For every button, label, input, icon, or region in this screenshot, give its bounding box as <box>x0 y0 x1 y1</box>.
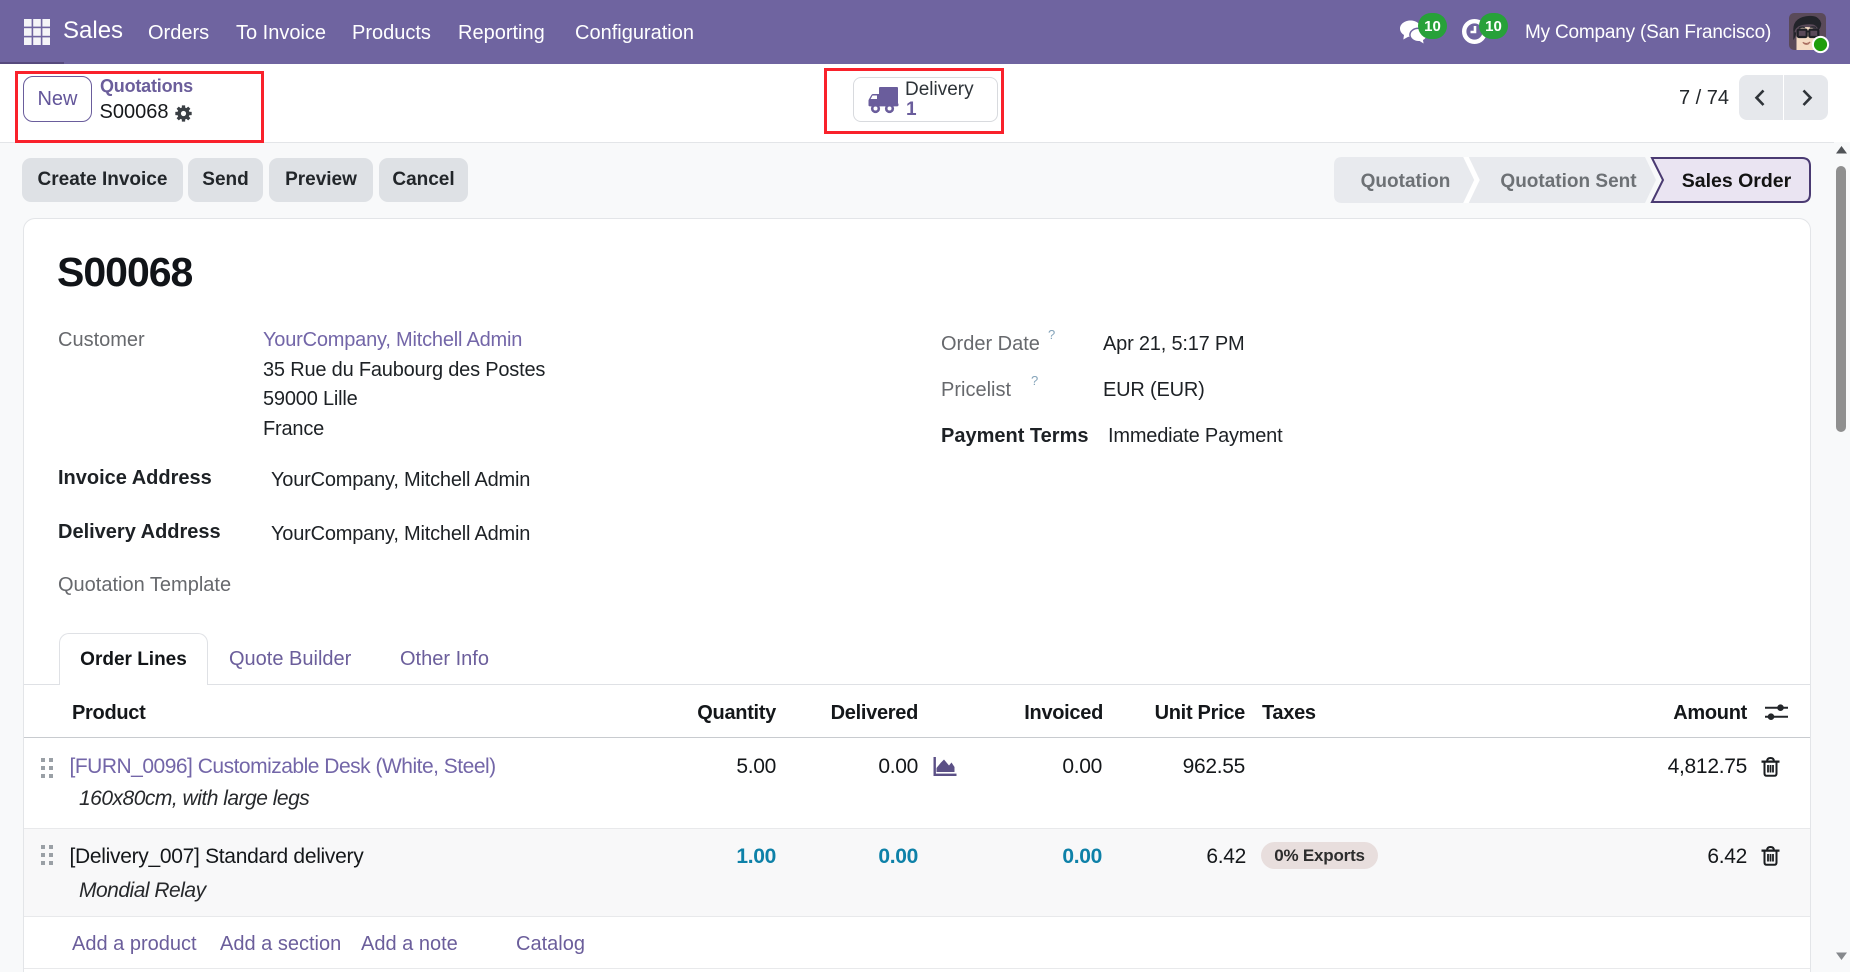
svg-text:Quotation: Quotation <box>1361 171 1451 192</box>
svg-text:Sales Order: Sales Order <box>1682 170 1792 192</box>
svg-text:Quotation Sent: Quotation Sent <box>1500 171 1637 192</box>
